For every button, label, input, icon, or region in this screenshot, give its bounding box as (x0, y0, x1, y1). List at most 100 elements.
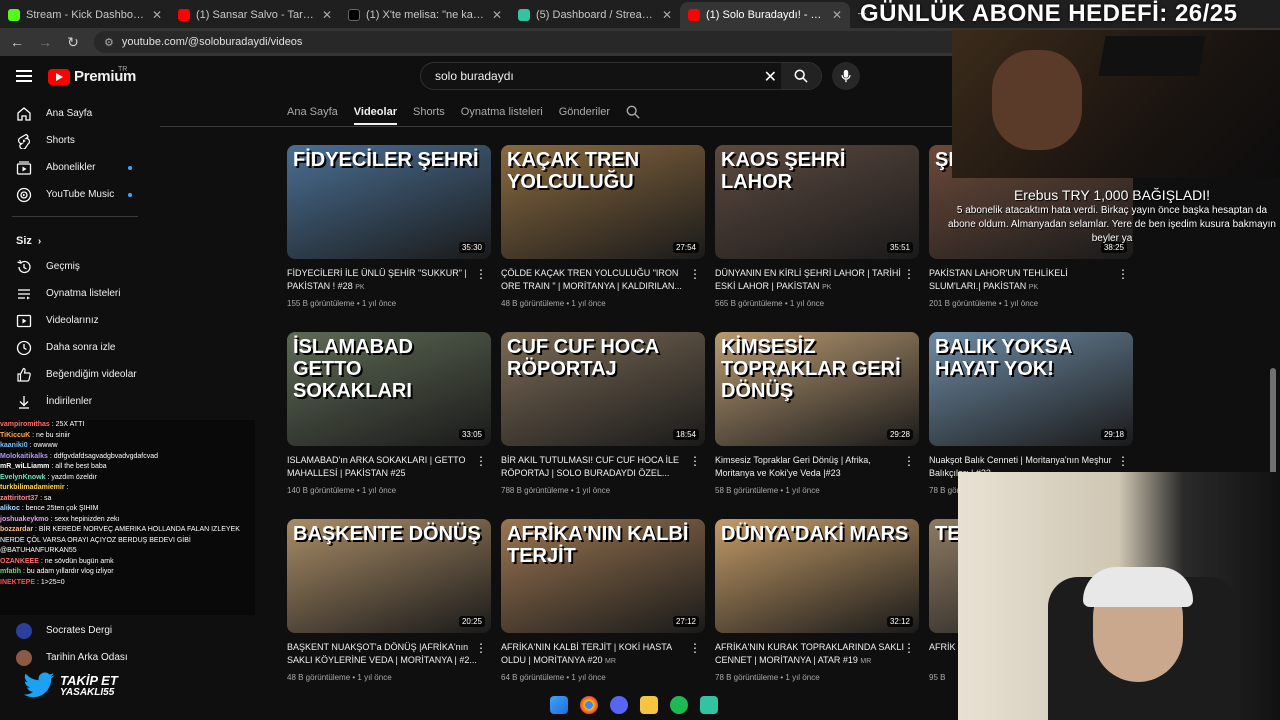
sidebar-item-shorts[interactable]: Shorts (0, 127, 150, 154)
sidebar-item-liked-videos[interactable]: Beğendiğim videolar (0, 361, 150, 388)
country-badge: MR (605, 658, 616, 665)
tab-home[interactable]: Ana Sayfa (287, 106, 338, 118)
reload-icon[interactable]: ↻ (66, 34, 80, 51)
more-options-icon[interactable]: ⋮ (689, 267, 701, 281)
video-title[interactable]: FİDYECİLERİ İLE ÜNLÜ ŞEHİR "SUKKUR" | PA… (287, 267, 479, 293)
video-thumbnail[interactable]: CUF CUF HOCA RÖPORTAJ 18:54 (501, 332, 705, 446)
video-card[interactable]: AFRİKA'NIN KALBİ TERJİT 27:12 AFRİKA'NIN K… (501, 519, 705, 706)
more-options-icon[interactable]: ⋮ (1117, 267, 1129, 281)
chat-message: OZANKEEE : ne sövdün bugün amk (0, 557, 255, 568)
tab-playlists[interactable]: Oynatma listeleri (461, 106, 543, 118)
taskbar (550, 692, 718, 718)
sidebar-channel-tarihin[interactable]: Tarihin Arka Odası (0, 644, 150, 671)
sidebar-channel-socrates[interactable]: Socrates Dergi (0, 617, 150, 644)
sidebar-item-history[interactable]: Geçmiş (0, 253, 150, 280)
site-info-icon[interactable]: ⚙ (104, 36, 114, 49)
more-options-icon[interactable]: ⋮ (475, 641, 487, 655)
video-title[interactable]: BAŞKENT NUAKŞOT'a DÖNÜŞ |AFRİKA'nın SAKL… (287, 641, 479, 667)
more-options-icon[interactable]: ⋮ (903, 454, 915, 468)
video-thumbnail[interactable]: BAŞKENTE DÖNÜŞ 20:25 (287, 519, 491, 633)
sidebar-item-watch-later[interactable]: Daha sonra izle (0, 334, 150, 361)
tab-shorts[interactable]: Shorts (413, 106, 445, 118)
video-title[interactable]: ISLAMABAD'ın ARKA SOKAKLARI | GETTO MAHA… (287, 454, 479, 480)
browser-tab[interactable]: (1) X'te melisa: "ne kadar perfo✕ (340, 2, 510, 28)
video-title[interactable]: AFRİKA'NIN KURAK TOPRAKLARINDA SAKLI CEN… (715, 641, 907, 667)
browser-tab[interactable]: Stream - Kick Dashboard ✕ (0, 2, 170, 28)
video-card[interactable]: KAOS ŞEHRİ LAHOR 35:51 DÜNYANIN EN KİRLİ Ş… (715, 145, 919, 332)
sidebar-item-subscriptions[interactable]: Abonelikler (0, 154, 150, 181)
search-input[interactable]: solo buradaydı ✕ (420, 62, 822, 90)
discord-icon[interactable] (610, 696, 628, 714)
thumbnail-text: AFRİKA'NIN KALBİ TERJİT (507, 523, 689, 567)
browser-tab[interactable]: (1) Sansar Salvo - Tarumar Riaye✕ (170, 2, 340, 28)
video-card[interactable]: İSLAMABAD GETTO SOKAKLARI 33:05 ISLAMABAD'… (287, 332, 491, 519)
video-thumbnail[interactable]: KİMSESİZ TOPRAKLAR GERİ DÖNÜŞ 29:28 (715, 332, 919, 446)
more-options-icon[interactable]: ⋮ (903, 641, 915, 655)
video-thumbnail[interactable]: KAOS ŞEHRİ LAHOR 35:51 (715, 145, 919, 259)
sidebar-item-your-videos[interactable]: Videolarınız (0, 307, 150, 334)
file-explorer-icon[interactable] (640, 696, 658, 714)
search-icon[interactable] (626, 105, 640, 119)
more-options-icon[interactable]: ⋮ (903, 267, 915, 281)
video-meta: 78 B görüntüleme • 1 yıl önce (715, 673, 820, 682)
close-tab-icon[interactable]: ✕ (662, 8, 672, 22)
streamlabs-icon[interactable] (700, 696, 718, 714)
video-thumbnail[interactable]: AFRİKA'NIN KALBİ TERJİT 27:12 (501, 519, 705, 633)
you-section-heading[interactable]: Siz › (0, 217, 150, 253)
close-tab-icon[interactable]: ✕ (492, 8, 502, 22)
stream-chat: vampiromithas : 25X ATTI TiKiccuK : ne bu… (0, 420, 255, 615)
url-field[interactable]: ⚙ youtube.com/@soloburadaydi/videos (94, 31, 974, 53)
your-videos-icon (16, 314, 32, 327)
close-tab-icon[interactable]: ✕ (322, 8, 332, 22)
forward-arrow-icon[interactable]: → (38, 34, 52, 50)
video-title[interactable]: ÇÖLDE KAÇAK TREN YOLCULUĞU "IRON ORE TRA… (501, 267, 693, 293)
video-thumbnail[interactable]: KAÇAK TREN YOLCULUĞU 27:54 (501, 145, 705, 259)
video-thumbnail[interactable]: İSLAMABAD GETTO SOKAKLARI 33:05 (287, 332, 491, 446)
more-options-icon[interactable]: ⋮ (475, 454, 487, 468)
sidebar-item-playlists[interactable]: Oynatma listeleri (0, 280, 150, 307)
browser-tab-active[interactable]: (1) Solo Buradaydı! - YouTube✕ (680, 2, 850, 28)
tab-videos[interactable]: Videolar (353, 106, 397, 125)
video-title[interactable]: BİR AKIL TUTULMASI! CUF CUF HOCA İLE RÖP… (501, 454, 693, 480)
sidebar-item-youtube-music[interactable]: YouTube Music (0, 181, 150, 208)
video-thumbnail[interactable]: BALIK YOKSA HAYAT YOK! 29:18 (929, 332, 1133, 446)
video-card[interactable]: KİMSESİZ TOPRAKLAR GERİ DÖNÜŞ 29:28 Kimses… (715, 332, 919, 519)
tab-posts[interactable]: Gönderiler (559, 106, 610, 118)
close-tab-icon[interactable]: ✕ (152, 8, 162, 22)
more-options-icon[interactable]: ⋮ (475, 267, 487, 281)
more-options-icon[interactable]: ⋮ (689, 641, 701, 655)
search-button[interactable] (781, 63, 821, 89)
video-title[interactable]: PAKİSTAN LAHOR'UN TEHLİKELİ SLUM'LARI.| … (929, 267, 1121, 293)
country-badge: PK (355, 284, 365, 291)
video-card[interactable]: KAÇAK TREN YOLCULUĞU 27:54 ÇÖLDE KAÇAK TRE… (501, 145, 705, 332)
sidebar-item-home[interactable]: Ana Sayfa (0, 100, 150, 127)
clear-search-icon[interactable]: ✕ (764, 67, 777, 87)
browser-tab[interactable]: (5) Dashboard / Streamlabs✕ (510, 2, 680, 28)
chrome-icon[interactable] (580, 696, 598, 714)
more-options-icon[interactable]: ⋮ (1117, 454, 1129, 468)
video-card[interactable]: DÜNYA'DAKİ MARS 32:12 AFRİKA'NIN KURAK TOP… (715, 519, 919, 706)
chat-text: : bu adam yıllardır vlog izliyor (22, 568, 114, 575)
thumbnail-text: BALIK YOKSA HAYAT YOK! (935, 336, 1072, 380)
youtube-logo[interactable]: Premium TR (48, 66, 136, 85)
video-title[interactable]: Kimsesiz Topraklar Geri Dönüş | Afrika, … (715, 454, 907, 480)
more-options-icon[interactable]: ⋮ (689, 454, 701, 468)
youtube-music-icon (16, 187, 32, 202)
video-card[interactable]: CUF CUF HOCA RÖPORTAJ 18:54 BİR AKIL TUTUL… (501, 332, 705, 519)
video-title[interactable]: DÜNYANIN EN KİRLİ ŞEHRİ LAHOR | TARİHİ E… (715, 267, 907, 293)
close-tab-icon[interactable]: ✕ (832, 8, 842, 22)
windows-start-icon[interactable] (550, 696, 568, 714)
video-card[interactable]: FİDYECİLER ŞEHRİ 35:30 FİDYECİLERİ İLE ÜNL… (287, 145, 491, 332)
video-thumbnail[interactable]: DÜNYA'DAKİ MARS 32:12 (715, 519, 919, 633)
follow-label: TAKİP ET (60, 673, 118, 688)
menu-icon[interactable] (16, 70, 32, 82)
video-thumbnail[interactable]: FİDYECİLER ŞEHRİ 35:30 (287, 145, 491, 259)
spotify-icon[interactable] (670, 696, 688, 714)
voice-search-button[interactable] (832, 62, 860, 90)
back-arrow-icon[interactable]: ← (10, 34, 24, 50)
video-title[interactable]: AFRİKA'NIN KALBİ TERJİT | KOKİ HASTA OLD… (501, 641, 693, 667)
chat-text: : all the best baba (51, 463, 107, 470)
download-icon (19, 395, 29, 409)
video-card[interactable]: BAŞKENTE DÖNÜŞ 20:25 BAŞKENT NUAKŞOT'a DÖN… (287, 519, 491, 706)
sidebar-item-downloads[interactable]: İndirilenler (0, 388, 150, 415)
